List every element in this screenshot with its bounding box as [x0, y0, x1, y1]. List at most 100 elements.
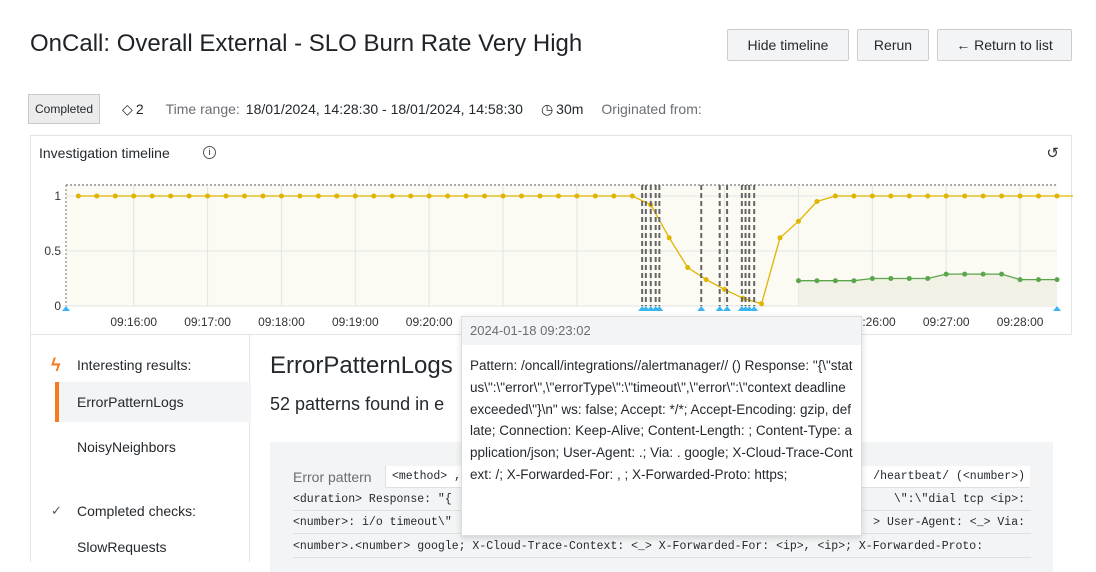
duration-value: 30m	[556, 101, 583, 117]
data-point	[999, 194, 1004, 199]
data-point	[242, 194, 247, 199]
x-tick-label: 09:27:00	[923, 315, 970, 329]
data-point	[814, 278, 819, 283]
return-to-list-button[interactable]: ← Return to list	[937, 29, 1072, 61]
data-point	[574, 194, 579, 199]
data-point	[371, 194, 376, 199]
data-point	[888, 194, 893, 199]
data-point	[778, 235, 783, 240]
data-point	[556, 194, 561, 199]
data-point	[519, 194, 524, 199]
data-point	[999, 272, 1004, 277]
time-range-value: 18/01/2024, 14:28:30 - 18/01/2024, 14:58…	[246, 101, 523, 117]
check-icon: ✓	[51, 503, 62, 519]
result-title: ErrorPatternLogs	[270, 352, 453, 380]
data-point	[1036, 194, 1041, 199]
data-point	[962, 194, 967, 199]
data-point	[168, 194, 173, 199]
data-point	[353, 194, 358, 199]
x-tick-label: 09:18:00	[258, 315, 305, 329]
data-point	[981, 272, 986, 277]
data-point	[851, 278, 856, 283]
data-point	[150, 194, 155, 199]
event-marker-triangle	[697, 306, 705, 311]
timeline-chart[interactable]: 09:16:0009:17:0009:18:0009:19:0009:20:00…	[31, 136, 1073, 336]
data-point	[925, 194, 930, 199]
x-tick-label: 09:17:00	[184, 315, 231, 329]
data-point	[390, 194, 395, 199]
y-tick-label: 0	[54, 299, 61, 313]
rerun-button[interactable]: Rerun	[857, 29, 929, 61]
data-point	[796, 219, 801, 224]
data-point	[445, 194, 450, 199]
data-point	[630, 194, 635, 199]
interesting-results-label: Interesting results:	[77, 357, 191, 373]
data-point	[944, 194, 949, 199]
data-point	[316, 194, 321, 199]
investigation-meta: Completed ◇ 2 Time range: 18/01/2024, 14…	[28, 94, 702, 124]
data-point	[611, 194, 616, 199]
tooltip-body: Pattern: /oncall/integrations//alertmana…	[462, 345, 861, 486]
page-title: OnCall: Overall External - SLO Burn Rate…	[30, 30, 582, 58]
data-point	[814, 199, 819, 204]
clock-icon: ◷	[541, 101, 553, 118]
data-point	[427, 194, 432, 199]
x-tick-label: 09:28:00	[997, 315, 1044, 329]
data-point	[131, 194, 136, 199]
tooltip-time: 2024-01-18 09:23:02	[462, 317, 861, 345]
lightning-icon: ϟ	[51, 355, 61, 376]
data-point	[224, 194, 229, 199]
data-point	[962, 272, 967, 277]
time-range-label: Time range:	[166, 101, 240, 117]
data-point	[205, 194, 210, 199]
data-point	[464, 194, 469, 199]
data-point	[667, 235, 672, 240]
data-point	[759, 301, 764, 306]
data-point	[851, 194, 856, 199]
range-marker-triangle	[62, 306, 70, 311]
data-point	[334, 194, 339, 199]
data-point	[1055, 277, 1060, 282]
checks-sidebar: ϟ Interesting results: ErrorPatternLogs …	[30, 335, 250, 562]
sidebar-item-slowrequests[interactable]: SlowRequests	[55, 527, 251, 567]
sidebar-item-errorpatternlogs[interactable]: ErrorPatternLogs	[55, 382, 251, 422]
tag-icon[interactable]: ◇	[122, 101, 133, 118]
data-point	[907, 276, 912, 281]
data-point	[888, 276, 893, 281]
y-tick-label: 0.5	[44, 244, 61, 258]
error-pattern-label: Error pattern	[293, 469, 372, 485]
data-point	[279, 194, 284, 199]
data-point	[537, 194, 542, 199]
code-line: <number>.<number> google; X-Cloud-Trace-…	[293, 536, 1031, 558]
code-line-end: \":\"dial tcp <ip>:	[894, 489, 1025, 511]
range-marker-triangle	[1053, 306, 1061, 311]
data-point	[593, 194, 598, 199]
data-point	[981, 194, 986, 199]
data-point	[870, 276, 875, 281]
event-marker-triangle	[716, 306, 724, 311]
data-point	[796, 278, 801, 283]
data-point	[113, 194, 118, 199]
chart-tooltip: 2024-01-18 09:23:02 Pattern: /oncall/int…	[461, 316, 862, 536]
status-badge: Completed	[28, 94, 100, 124]
data-point	[187, 194, 192, 199]
result-subtitle: 52 patterns found in e	[270, 394, 444, 415]
data-point	[870, 194, 875, 199]
completed-checks-label: Completed checks:	[77, 503, 196, 519]
data-point	[482, 194, 487, 199]
x-tick-label: 09:20:00	[406, 315, 453, 329]
code-line-end: /heartbeat/ (<number>)	[873, 466, 1025, 488]
data-point	[907, 194, 912, 199]
data-point	[260, 194, 265, 199]
data-point	[833, 194, 838, 199]
x-tick-label: 09:16:00	[110, 315, 157, 329]
y-tick-label: 1	[54, 189, 61, 203]
data-point	[925, 276, 930, 281]
data-point	[408, 194, 413, 199]
data-point	[704, 277, 709, 282]
event-marker-triangle	[750, 306, 758, 311]
tags-count[interactable]: 2	[136, 101, 144, 117]
sidebar-item-noisyneighbors[interactable]: NoisyNeighbors	[55, 427, 251, 467]
data-point	[1055, 194, 1060, 199]
hide-timeline-button[interactable]: Hide timeline	[727, 29, 849, 61]
